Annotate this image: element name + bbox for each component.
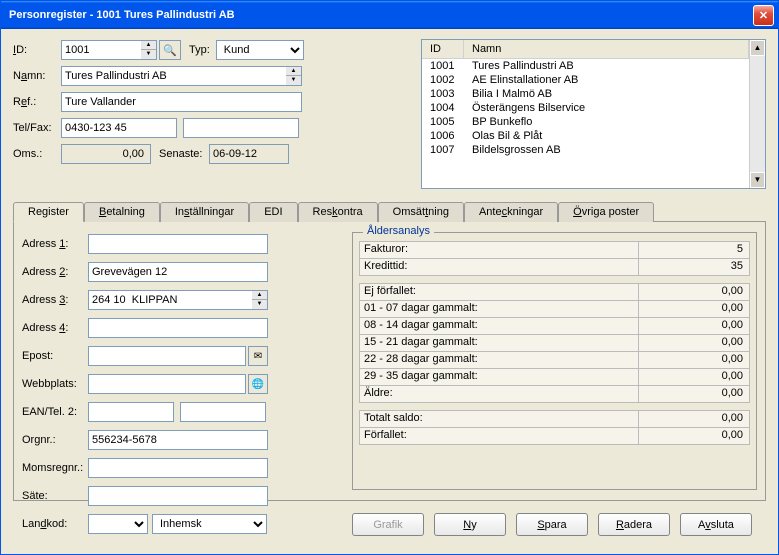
adress1-label: Adress 1:: [22, 238, 88, 250]
tab-betalning[interactable]: Betalning: [84, 202, 160, 222]
momsreg-field[interactable]: [88, 458, 268, 478]
list-row[interactable]: 1006Olas Bil & Plåt: [422, 129, 749, 143]
tab-omsattning[interactable]: Omsättning: [378, 202, 464, 222]
email-icon[interactable]: ✉: [248, 346, 268, 366]
typ-select[interactable]: Kund: [216, 40, 304, 60]
list-row[interactable]: 1002AE Elinstallationer AB: [422, 73, 749, 87]
epost-field[interactable]: [88, 346, 246, 366]
landkod-label: Landkod:: [22, 518, 88, 530]
orgnr-field[interactable]: [88, 430, 268, 450]
list-row[interactable]: 1004Österängens Bilservice: [422, 101, 749, 115]
person-list: ID Namn 1001Tures Pallindustri AB1002AE …: [421, 39, 766, 189]
id-field[interactable]: [61, 40, 141, 60]
window: Personregister - 1001 Tures Pallindustri…: [0, 0, 779, 555]
senaste-field: [209, 144, 289, 164]
oms-field: [61, 144, 151, 164]
col-namn-header[interactable]: Namn: [464, 40, 749, 58]
avsluta-button[interactable]: Avsluta: [680, 513, 752, 536]
list-row[interactable]: 1007Bildelsgrossen AB: [422, 143, 749, 157]
namn-field[interactable]: [61, 66, 286, 86]
list-row[interactable]: 1003Bilia I Malmö AB: [422, 87, 749, 101]
webb-label: Webbplats:: [22, 378, 88, 390]
adress3-label: Adress 3:: [22, 294, 88, 306]
namn-label: Namn:: [13, 70, 61, 82]
id-label: ID:: [13, 44, 61, 56]
tab-register[interactable]: Register: [13, 202, 84, 222]
aldersanalys-title: Åldersanalys: [363, 225, 434, 237]
tab-strip: Register Betalning Inställningar EDI Res…: [13, 202, 766, 222]
momsreg-label: Momsregnr.:: [22, 462, 88, 474]
senaste-label: Senaste:: [159, 148, 209, 160]
tab-reskontra[interactable]: Reskontra: [298, 202, 378, 222]
list-row[interactable]: 1001Tures Pallindustri AB: [422, 59, 749, 73]
adress3-spinner[interactable]: ▲▼: [252, 290, 268, 310]
ean-label: EAN/Tel. 2:: [22, 406, 88, 418]
epost-label: Epost:: [22, 350, 88, 362]
adress2-field[interactable]: [88, 262, 268, 282]
ref-field[interactable]: [61, 92, 302, 112]
scroll-down-icon: ▼: [750, 172, 765, 188]
tab-installningar[interactable]: Inställningar: [160, 202, 249, 222]
orgnr-label: Orgnr.:: [22, 434, 88, 446]
tab-ovriga[interactable]: Övriga poster: [558, 202, 654, 222]
landtyp-select[interactable]: Inhemsk: [152, 514, 267, 534]
close-icon[interactable]: ✕: [753, 5, 774, 26]
landkod-select[interactable]: [88, 514, 148, 534]
sate-field[interactable]: [88, 486, 268, 506]
search-icon[interactable]: 🔍: [159, 40, 181, 60]
ny-button[interactable]: Ny: [434, 513, 506, 536]
webb-field[interactable]: [88, 374, 246, 394]
list-row[interactable]: 1005BP Bunkeflo: [422, 115, 749, 129]
fax-field[interactable]: [183, 118, 299, 138]
col-id-header[interactable]: ID: [422, 40, 464, 58]
tab-panel: Adress 1: Adress 2: Adress 3: ▲▼ Adress 4…: [13, 221, 766, 501]
adress2-label: Adress 2:: [22, 266, 88, 278]
adress3-field[interactable]: [88, 290, 252, 310]
aldersanalys-panel: Åldersanalys Fakturor:5 Kredittid:35 Ej …: [352, 232, 757, 490]
tab-anteckningar[interactable]: Anteckningar: [464, 202, 558, 222]
telfax-label: Tel/Fax:: [13, 122, 61, 134]
header-form: ID: ▲▼ 🔍 Typ: Kund Namn: ▲▼ Ref.: Tel/Fa…: [13, 39, 413, 189]
ean-field[interactable]: [88, 402, 174, 422]
sate-label: Säte:: [22, 490, 88, 502]
list-scrollbar[interactable]: ▲▼: [749, 40, 765, 188]
spara-button[interactable]: Spara: [516, 513, 588, 536]
list-header: ID Namn: [422, 40, 749, 59]
tel-field[interactable]: [61, 118, 177, 138]
id-spinner[interactable]: ▲▼: [141, 40, 157, 60]
radera-button[interactable]: Radera: [598, 513, 670, 536]
adress4-field[interactable]: [88, 318, 268, 338]
adress4-label: Adress 4:: [22, 322, 88, 334]
ref-label: Ref.:: [13, 96, 61, 108]
tab-edi[interactable]: EDI: [249, 202, 297, 222]
adress1-field[interactable]: [88, 234, 268, 254]
typ-label: Typ:: [189, 44, 210, 56]
oms-label: Oms.:: [13, 148, 61, 160]
namn-spinner[interactable]: ▲▼: [286, 66, 302, 86]
globe-icon[interactable]: 🌐: [248, 374, 268, 394]
scroll-up-icon: ▲: [750, 40, 765, 56]
tel2-field[interactable]: [180, 402, 266, 422]
grafik-button: Grafik: [352, 513, 424, 536]
titlebar: Personregister - 1001 Tures Pallindustri…: [1, 1, 778, 29]
window-title: Personregister - 1001 Tures Pallindustri…: [9, 9, 753, 21]
